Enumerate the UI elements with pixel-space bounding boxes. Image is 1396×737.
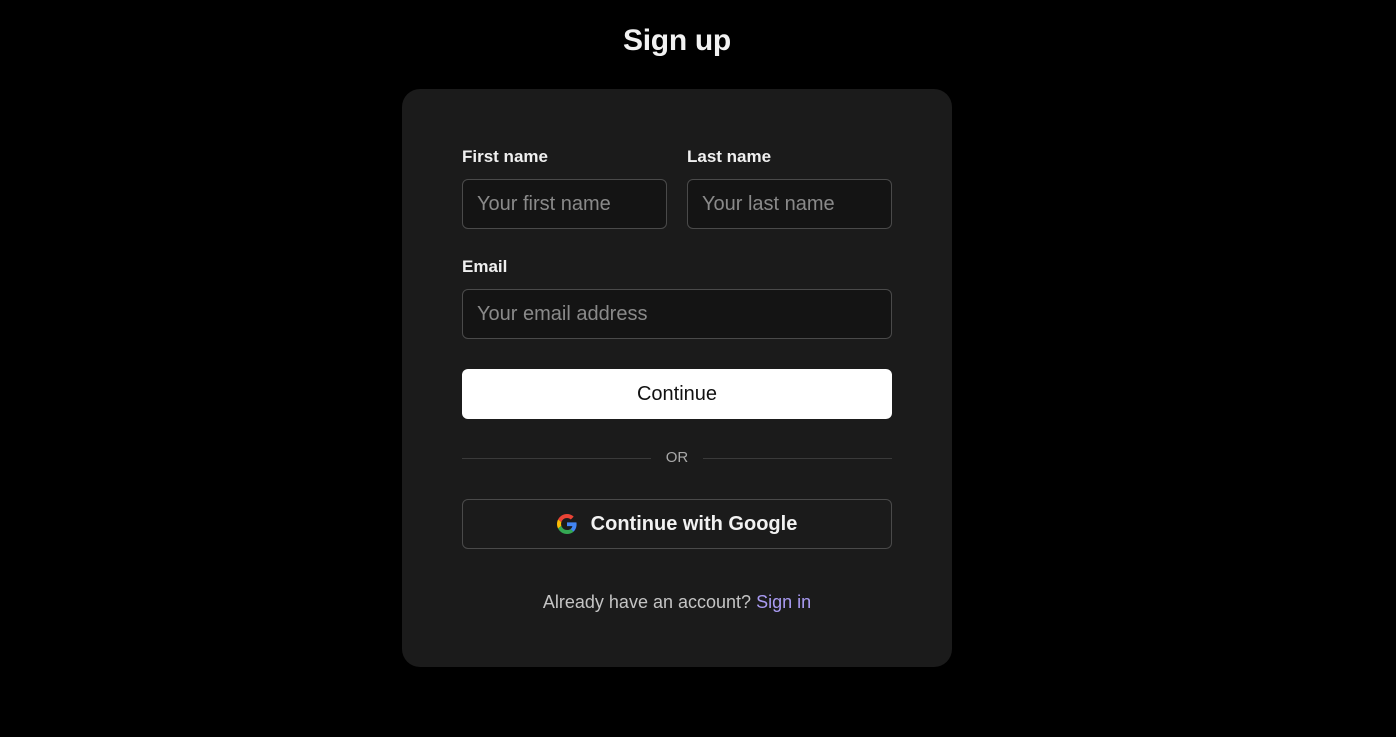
signup-page: Sign up First name Last name Email Conti…: [0, 0, 1396, 737]
last-name-input[interactable]: [687, 179, 892, 229]
page-title: Sign up: [623, 24, 731, 57]
divider-line-right: [703, 458, 892, 459]
email-input[interactable]: [462, 289, 892, 339]
divider-line-left: [462, 458, 651, 459]
divider-or-text: OR: [665, 449, 689, 466]
first-name-input[interactable]: [462, 179, 667, 229]
signin-prompt: Already have an account? Sign in: [402, 591, 952, 613]
continue-button[interactable]: Continue: [462, 369, 892, 419]
signin-prompt-text: Already have an account?: [542, 592, 752, 612]
first-name-label: First name: [462, 147, 548, 166]
google-g-icon: [556, 514, 577, 534]
last-name-label: Last name: [687, 147, 772, 166]
signup-card: First name Last name Email Continue OR C…: [402, 89, 952, 667]
google-button-label: Continue with Google: [590, 512, 798, 535]
signin-link[interactable]: Sign in: [756, 592, 811, 612]
email-label: Email: [462, 257, 508, 276]
continue-with-google-button[interactable]: Continue with Google: [462, 499, 892, 549]
